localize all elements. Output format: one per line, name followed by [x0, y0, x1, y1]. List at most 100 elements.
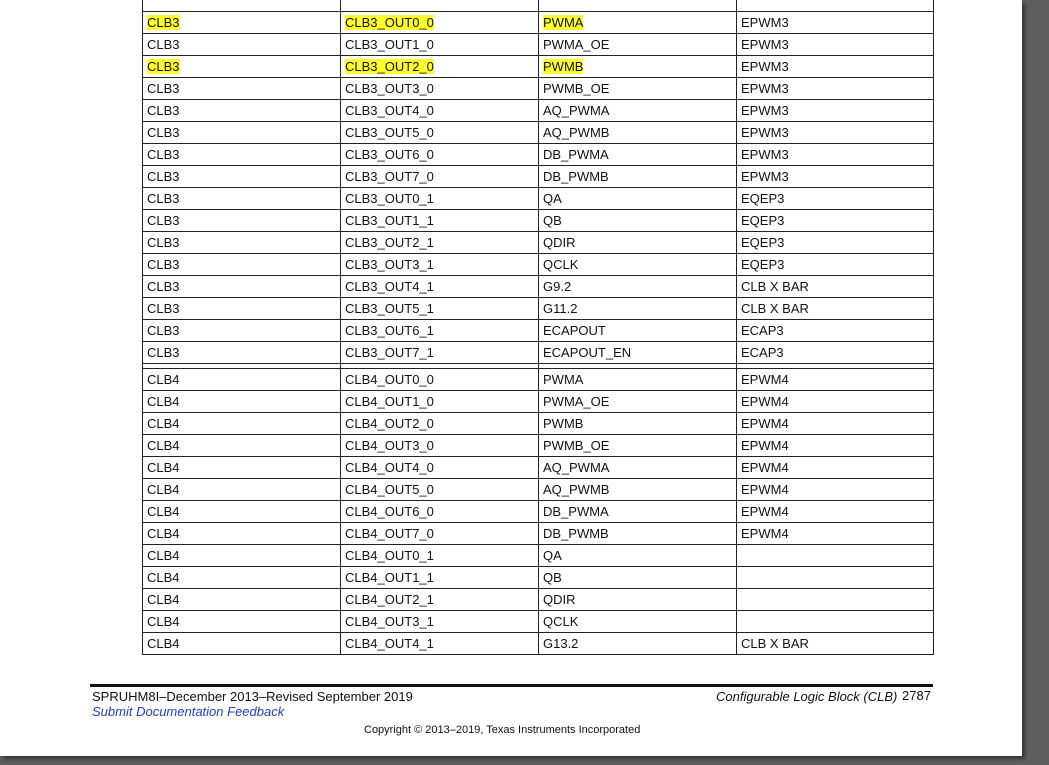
highlighted-text: CLB3	[147, 58, 180, 74]
table-cell: PWMB	[538, 55, 737, 78]
table-cell: DB_PWMB	[538, 165, 737, 188]
table-cell: CLB3	[142, 77, 341, 100]
table-cell: CLB3_OUT5_0	[340, 121, 539, 144]
table-row: CLB4 CLB4_OUT7_0 DB_PWMB EPWM4	[142, 522, 934, 545]
table-cell: PWMB_OE	[538, 77, 737, 100]
table-cell: PWMB	[538, 412, 737, 435]
table-cell: EPWM3	[736, 77, 934, 100]
table-cell: CLB3	[142, 253, 341, 276]
table-cell: CLB3_OUT4_0	[340, 99, 539, 122]
table-cell: PWMA	[538, 368, 737, 391]
table-cell: DB_PWMA	[538, 500, 737, 523]
table-cell: ECAP3	[736, 319, 934, 342]
table-cell: CLB4_OUT0_1	[340, 544, 539, 567]
table-cell: QA	[538, 187, 737, 210]
table-row: CLB4 CLB4_OUT3_1 QCLK	[142, 610, 934, 633]
table-cell: CLB3_OUT1_0	[340, 33, 539, 56]
table-cell: QCLK	[538, 253, 737, 276]
table-cell: CLB3	[142, 231, 341, 254]
table-cell: CLB3_OUT5_1	[340, 297, 539, 320]
table-cell: EPWM4	[736, 434, 934, 457]
table-cell: CLB X BAR	[736, 632, 934, 655]
table-row: CLB3 CLB3_OUT1_0 PWMA_OE EPWM3	[142, 33, 934, 56]
table-cell: EQEP3	[736, 253, 934, 276]
table-cell: CLB3	[142, 297, 341, 320]
page-number: 2787	[902, 688, 931, 703]
table-cell: DB_PWMA	[538, 143, 737, 166]
table-row: CLB4 CLB4_OUT6_0 DB_PWMA EPWM4	[142, 500, 934, 523]
table-row: CLB4 CLB4_OUT1_1 QB	[142, 566, 934, 589]
table-row: CLB3 CLB3_OUT2_0 PWMB EPWM3	[142, 55, 934, 78]
table-cell: CLB3	[142, 275, 341, 298]
table-cell: CLB4	[142, 456, 341, 479]
table-cell: CLB3_OUT7_1	[340, 341, 539, 364]
table-cell: CLB4	[142, 610, 341, 633]
table-cell	[340, 0, 539, 12]
table-cell: CLB4	[142, 544, 341, 567]
table-row: CLB4 CLB4_OUT3_0 PWMB_OE EPWM4	[142, 434, 934, 457]
table-cell: EQEP3	[736, 231, 934, 254]
table-row: CLB3 CLB3_OUT6_0 DB_PWMA EPWM3	[142, 143, 934, 166]
table-cell: EQEP3	[736, 187, 934, 210]
table-cell: CLB4	[142, 412, 341, 435]
table-cell: CLB4	[142, 566, 341, 589]
highlighted-text: CLB3_OUT0_0	[345, 14, 434, 30]
table-row: CLB4 CLB4_OUT4_1 G13.2 CLB X BAR	[142, 632, 934, 655]
highlighted-text: PWMB	[543, 58, 584, 74]
table-row: CLB3 CLB3_OUT0_0 PWMA EPWM3	[142, 11, 934, 34]
table-cell	[538, 0, 737, 12]
table-cell: CLB4	[142, 522, 341, 545]
table-cell: EPWM4	[736, 522, 934, 545]
table-cell: EPWM4	[736, 390, 934, 413]
table-cell	[736, 566, 934, 589]
table-cell: ECAPOUT_EN	[538, 341, 737, 364]
table-cell	[142, 0, 341, 12]
table-row: CLB4 CLB4_OUT2_1 QDIR	[142, 588, 934, 611]
table-cell: CLB4	[142, 478, 341, 501]
table-cell: CLB3	[142, 187, 341, 210]
signal-mux-table: CLB3 CLB3_OUT0_0 PWMA EPWM3 CLB3 CLB3_OU…	[142, 0, 934, 655]
table-cell: CLB4_OUT2_1	[340, 588, 539, 611]
table-cell: EPWM4	[736, 412, 934, 435]
table-cell: AQ_PWMA	[538, 99, 737, 122]
table-row: CLB3 CLB3_OUT2_1 QDIR EQEP3	[142, 231, 934, 254]
table-row: CLB4 CLB4_OUT4_0 AQ_PWMA EPWM4	[142, 456, 934, 479]
table-cell: QA	[538, 544, 737, 567]
table-cell: CLB4	[142, 368, 341, 391]
table-cell: CLB3	[142, 209, 341, 232]
table-cell: EPWM4	[736, 478, 934, 501]
table-cell: CLB4	[142, 434, 341, 457]
table-cell: CLB3_OUT4_1	[340, 275, 539, 298]
table-cell: ECAPOUT	[538, 319, 737, 342]
table-cell: CLB3_OUT7_0	[340, 165, 539, 188]
table-row: CLB3 CLB3_OUT0_1 QA EQEP3	[142, 187, 934, 210]
highlighted-text: CLB3	[147, 14, 180, 30]
table-cell: CLB3	[142, 99, 341, 122]
table-cell: PWMA_OE	[538, 33, 737, 56]
table-cell: CLB4_OUT7_0	[340, 522, 539, 545]
table-cell: CLB4_OUT0_0	[340, 368, 539, 391]
table-cell	[736, 544, 934, 567]
table-cell: EPWM3	[736, 99, 934, 122]
table-row: CLB3 CLB3_OUT4_0 AQ_PWMA EPWM3	[142, 99, 934, 122]
table-row: CLB3 CLB3_OUT1_1 QB EQEP3	[142, 209, 934, 232]
submit-feedback-link[interactable]: Submit Documentation Feedback	[92, 704, 284, 719]
table-cell: G13.2	[538, 632, 737, 655]
table-cell: CLB3	[142, 11, 341, 34]
table-cell: CLB3	[142, 121, 341, 144]
table-row: CLB4 CLB4_OUT0_1 QA	[142, 544, 934, 567]
footer-divider	[90, 684, 933, 687]
table-row: CLB4 CLB4_OUT2_0 PWMB EPWM4	[142, 412, 934, 435]
copyright-notice: Copyright © 2013–2019, Texas Instruments…	[364, 724, 641, 736]
table-cell: CLB4	[142, 390, 341, 413]
table-cell: QCLK	[538, 610, 737, 633]
table-cell: CLB4	[142, 588, 341, 611]
table-row: CLB3 CLB3_OUT6_1 ECAPOUT ECAP3	[142, 319, 934, 342]
table-cell: CLB3_OUT6_0	[340, 143, 539, 166]
table-cell: EPWM3	[736, 143, 934, 166]
table-cell: CLB3_OUT0_1	[340, 187, 539, 210]
table-cell	[736, 588, 934, 611]
table-cell: CLB3	[142, 165, 341, 188]
table-cell: CLB X BAR	[736, 297, 934, 320]
table-row: CLB3 CLB3_OUT7_1 ECAPOUT_EN ECAP3	[142, 341, 934, 364]
